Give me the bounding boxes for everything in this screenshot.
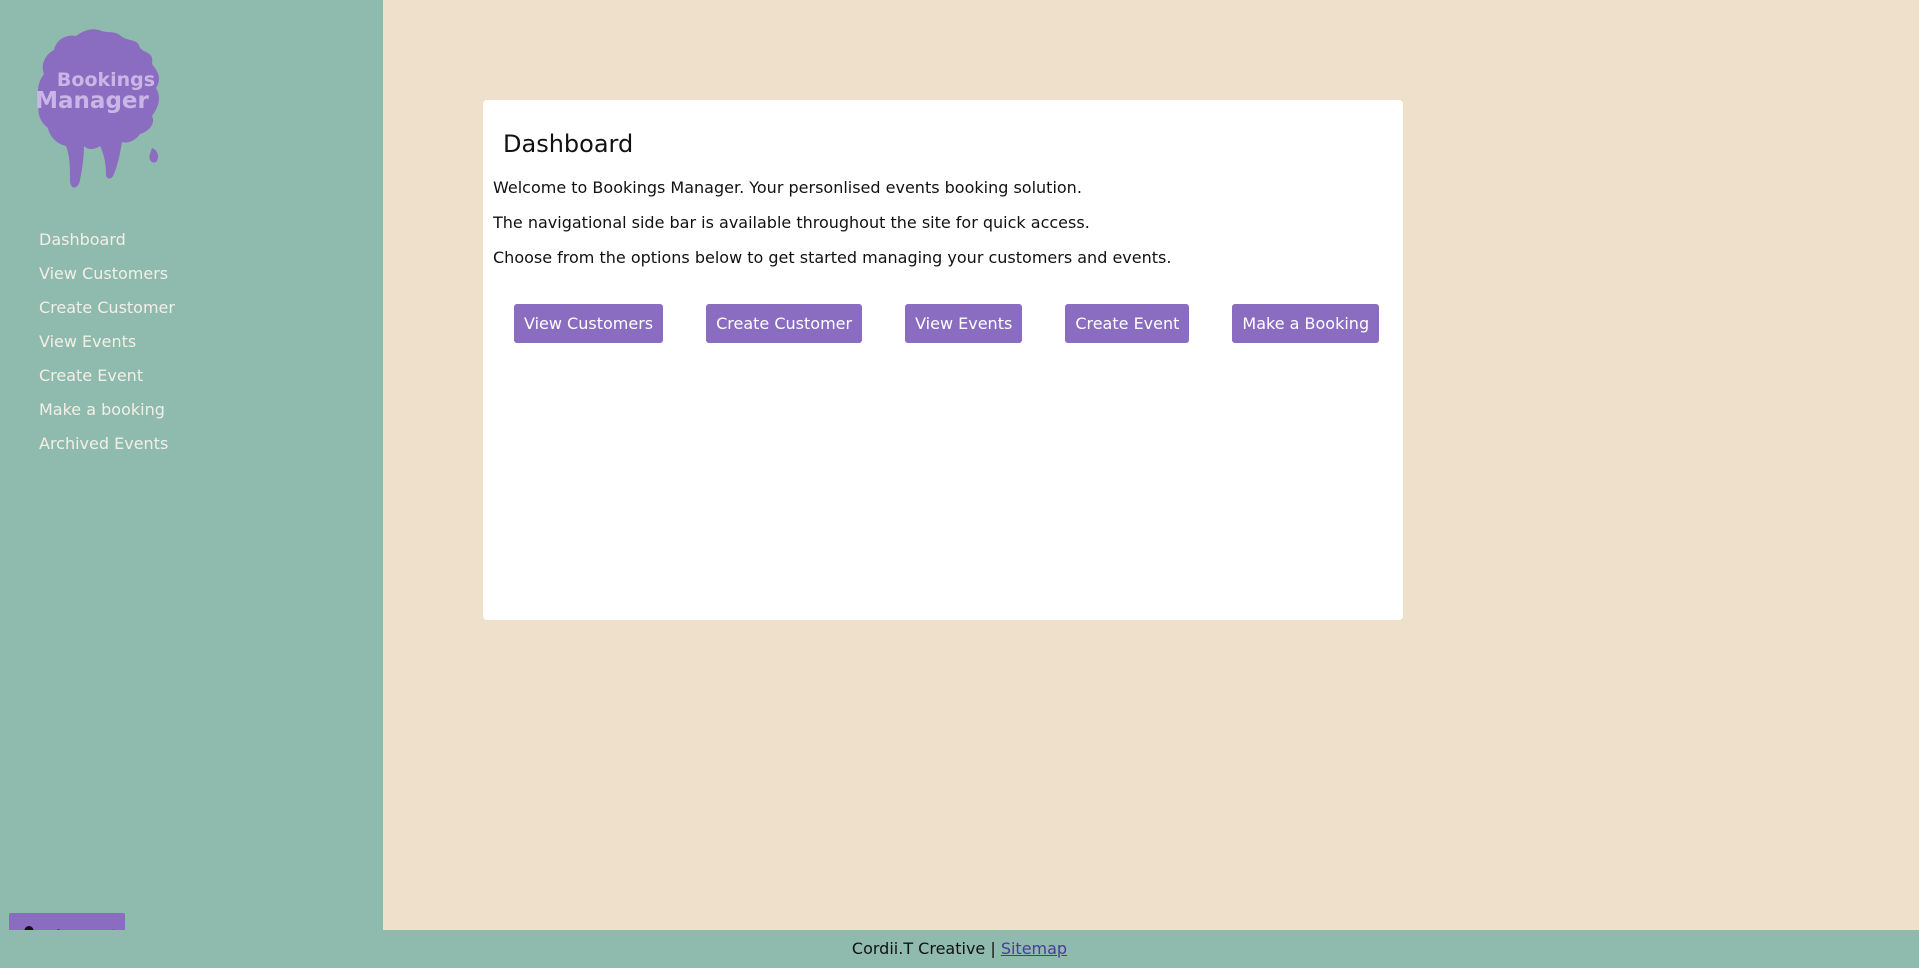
create-customer-button[interactable]: Create Customer — [706, 304, 863, 343]
sidebar-item-archived-events[interactable]: Archived Events — [39, 430, 175, 464]
create-event-button[interactable]: Create Event — [1065, 304, 1190, 343]
sidebar-item-view-customers[interactable]: View Customers — [39, 260, 175, 294]
sitemap-link[interactable]: Sitemap — [1001, 939, 1067, 958]
instructions-text: Choose from the options below to get sta… — [493, 248, 1172, 267]
sidebar-item-dashboard[interactable]: Dashboard — [39, 226, 175, 260]
sidebar-nav: Dashboard View Customers Create Customer… — [39, 226, 175, 464]
page-title: Dashboard — [503, 130, 634, 158]
sidebar: Bookings Manager Dashboard View Customer… — [0, 0, 383, 957]
make-a-booking-button[interactable]: Make a Booking — [1232, 304, 1380, 343]
logo-text-line2: Manager — [36, 88, 150, 114]
dashboard-actions: View Customers Create Customer View Even… — [514, 304, 1380, 343]
sidebar-item-create-event[interactable]: Create Event — [39, 362, 175, 396]
sidebar-item-make-a-booking[interactable]: Make a booking — [39, 396, 175, 430]
welcome-text: Welcome to Bookings Manager. Your person… — [493, 178, 1082, 197]
sidebar-item-create-customer[interactable]: Create Customer — [39, 294, 175, 328]
view-customers-button[interactable]: View Customers — [514, 304, 664, 343]
footer-credit: Cordii.T Creative | — [851, 939, 1001, 958]
sidebar-info-text: The navigational side bar is available t… — [493, 213, 1090, 232]
footer: Cordii.T Creative | Sitemap — [0, 930, 1919, 968]
bookings-manager-logo[interactable]: Bookings Manager — [36, 28, 162, 192]
dashboard-card: Dashboard Welcome to Bookings Manager. Y… — [483, 100, 1403, 620]
sidebar-item-view-events[interactable]: View Events — [39, 328, 175, 362]
view-events-button[interactable]: View Events — [905, 304, 1023, 343]
